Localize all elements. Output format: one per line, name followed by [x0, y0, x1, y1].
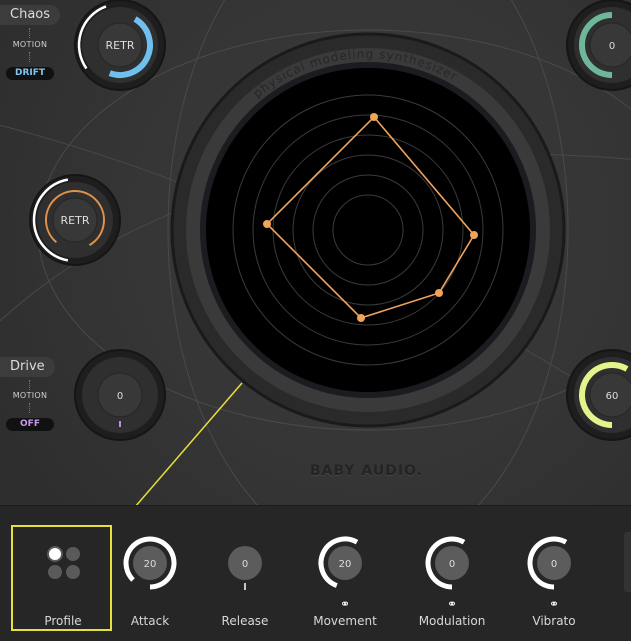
main-graphics: physical modeling synthesizerRETRRETR006…: [0, 0, 631, 505]
divider-dots: [29, 403, 31, 413]
knob-value-label: 0: [117, 391, 123, 402]
drive-label: Drive: [0, 357, 55, 377]
chaos-motion-mode-button[interactable]: DRIFT: [6, 67, 54, 80]
link-icon[interactable]: ⚭: [335, 597, 355, 611]
profile-point-handle[interactable]: [370, 113, 378, 121]
knob-value-label: RETR: [106, 39, 135, 52]
knob-value-label: 60: [606, 391, 619, 402]
knob-value-label: RETR: [61, 214, 90, 227]
link-icon[interactable]: ⚭: [442, 597, 462, 611]
divider-dots: [29, 52, 31, 62]
knob-value-label: 0: [609, 41, 615, 52]
mid-left-knob[interactable]: RETR: [29, 174, 121, 266]
control-label-movement: Movement: [313, 614, 377, 628]
chaos-motion-label: MOTION: [12, 40, 48, 49]
profile-label: Profile: [44, 614, 82, 628]
synth-main-panel: physical modeling synthesizer RETR RETR 0 0 6…: [0, 0, 631, 505]
divider-dots: [29, 380, 31, 390]
bottom-right-knob[interactable]: 60: [566, 349, 631, 441]
profile-point-handle[interactable]: [470, 231, 478, 239]
drive-motion-mode-button[interactable]: OFF: [6, 418, 54, 431]
link-icon[interactable]: ⚭: [544, 597, 564, 611]
brand-logo: BABY AUDIO.: [310, 463, 423, 479]
scrollbar[interactable]: [624, 532, 631, 592]
profile-point-handle[interactable]: [435, 289, 443, 297]
chaos-label: Chaos: [0, 5, 61, 25]
chaos-knob[interactable]: RETR: [74, 0, 166, 91]
divider-dots: [29, 28, 31, 38]
control-label-modulation: Modulation: [418, 614, 486, 628]
drive-knob[interactable]: 0: [74, 349, 166, 441]
profile-point-handle[interactable]: [357, 314, 365, 322]
control-label-attack: Attack: [130, 614, 170, 628]
control-label-vibrato: Vibrato: [532, 614, 576, 628]
drive-motion-label: MOTION: [12, 391, 48, 400]
profile-point-handle[interactable]: [263, 220, 271, 228]
top-right-knob[interactable]: 0: [566, 0, 631, 91]
control-label-release: Release: [221, 614, 269, 628]
